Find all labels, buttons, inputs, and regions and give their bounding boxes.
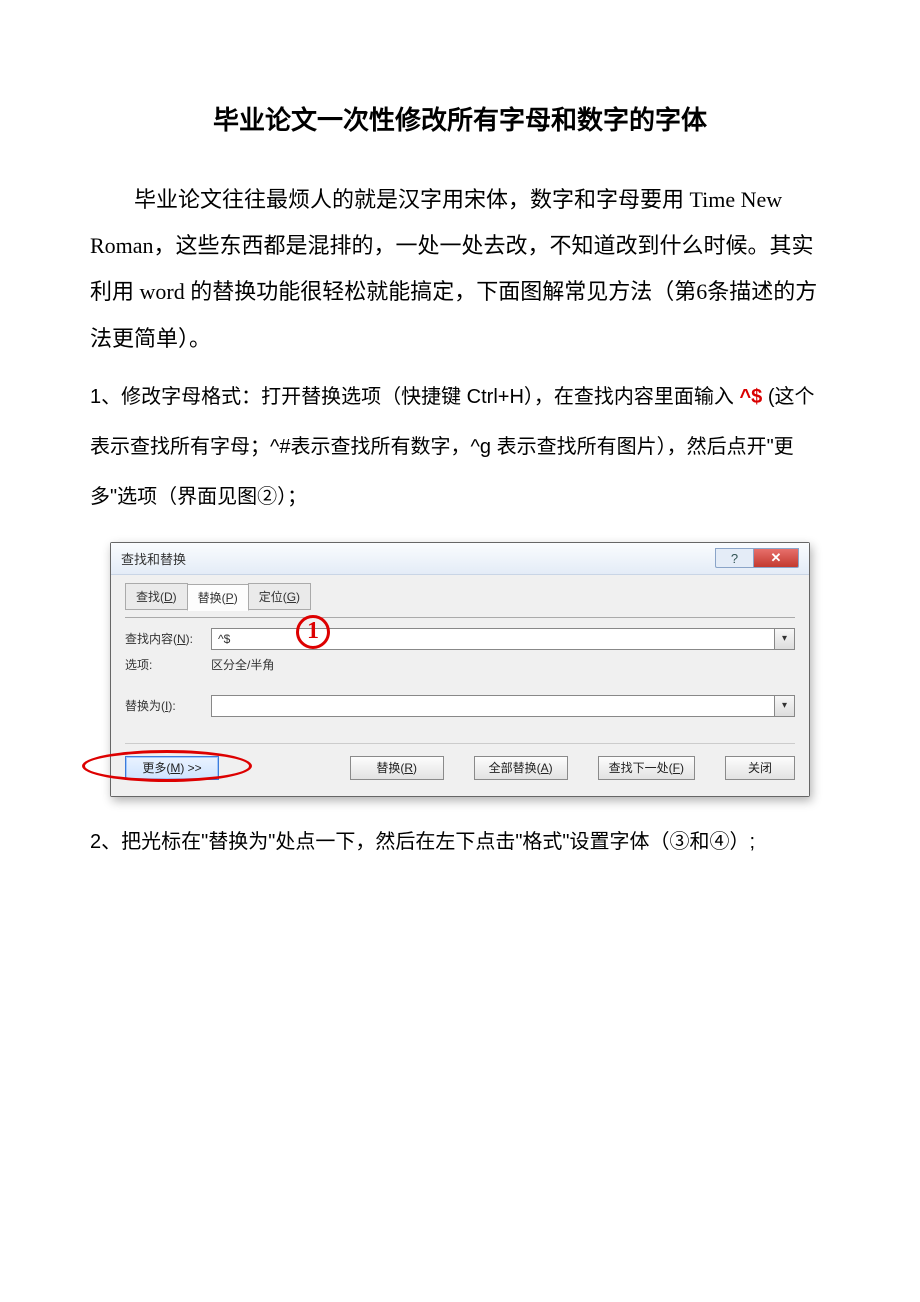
close-button[interactable]: ✕ — [753, 548, 799, 568]
find-label: 查找内容(N): — [125, 630, 211, 647]
more-button[interactable]: 更多(M) >> — [125, 756, 219, 780]
dialog-screenshot: 查找和替换 ? ✕ 查找(D) 替换(P) 定位(G) 查找内容(N): — [110, 542, 810, 797]
tab-underline — [125, 617, 795, 618]
replace-button[interactable]: 替换(R) — [350, 756, 444, 780]
find-next-button[interactable]: 查找下一处(F) — [598, 756, 695, 780]
replace-dropdown[interactable]: ▾ — [775, 695, 795, 717]
tab-goto[interactable]: 定位(G) — [248, 583, 311, 610]
dialog-titlebar: 查找和替换 ? ✕ — [111, 543, 809, 575]
replace-all-button[interactable]: 全部替换(A) — [474, 756, 568, 780]
tab-strip: 查找(D) 替换(P) 定位(G) — [125, 583, 795, 610]
replace-label: 替换为(I): — [125, 697, 211, 714]
options-row: 选项: 区分全/半角 — [125, 656, 795, 673]
find-replace-dialog: 查找和替换 ? ✕ 查找(D) 替换(P) 定位(G) 查找内容(N): — [110, 542, 810, 797]
dialog-body: 查找(D) 替换(P) 定位(G) 查找内容(N): ^$ ▾ 选项: 区分全/… — [111, 575, 809, 796]
intro-paragraph: 毕业论文往往最烦人的就是汉字用宋体，数字和字母要用 Time New Roman… — [90, 177, 830, 362]
options-label: 选项: — [125, 656, 211, 673]
step1-code: ^$ — [739, 386, 762, 408]
find-row: 查找内容(N): ^$ ▾ — [125, 628, 795, 650]
find-input[interactable]: ^$ — [211, 628, 775, 650]
document-title: 毕业论文一次性修改所有字母和数字的字体 — [90, 100, 830, 137]
find-dropdown[interactable]: ▾ — [775, 628, 795, 650]
help-button[interactable]: ? — [715, 548, 753, 568]
window-controls: ? ✕ — [715, 548, 799, 568]
step-1: 1、修改字母格式：打开替换选项（快捷键 Ctrl+H），在查找内容里面输入 ^$… — [90, 372, 830, 522]
step-2: 2、把光标在"替换为"处点一下，然后在左下点击"格式"设置字体（③和④）; — [90, 817, 830, 867]
dialog-title: 查找和替换 — [121, 549, 186, 568]
replace-input[interactable] — [211, 695, 775, 717]
replace-row: 替换为(I): ▾ — [125, 695, 795, 717]
tab-find[interactable]: 查找(D) — [125, 583, 188, 610]
button-row: 更多(M) >> 替换(R) 全部替换(A) 查找下一处(F) 关闭 — [125, 743, 795, 780]
tab-replace[interactable]: 替换(P) — [187, 584, 249, 611]
step1-pre: 1、修改字母格式：打开替换选项（快捷键 Ctrl+H），在查找内容里面输入 — [90, 386, 734, 408]
options-value: 区分全/半角 — [211, 656, 274, 673]
dialog-close-button[interactable]: 关闭 — [725, 756, 795, 780]
